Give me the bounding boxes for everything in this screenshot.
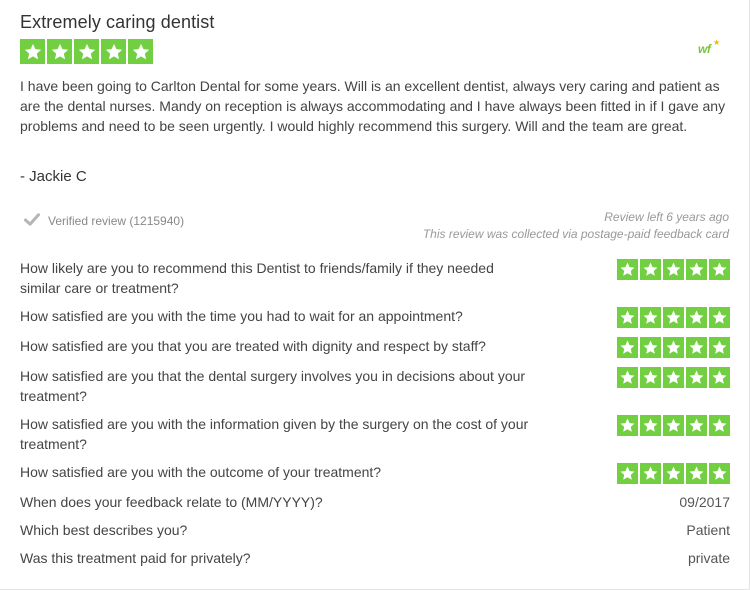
star-icon: [128, 39, 153, 64]
review-title: Extremely caring dentist: [20, 12, 215, 32]
question-text: How satisfied are you with the informati…: [20, 416, 529, 452]
question-answer: Patient: [686, 522, 730, 538]
review-author: - Jackie C: [20, 168, 87, 185]
star-icon: [617, 259, 638, 280]
review-card: Extremely caring dentist wf ★ I have bee…: [0, 0, 750, 590]
review-collected-via: This review was collected via postage-pa…: [422, 227, 729, 241]
star-icon: [640, 337, 661, 358]
star-icon: [617, 463, 638, 484]
star-icon: [709, 463, 730, 484]
question-text: How satisfied are you that you are treat…: [20, 338, 486, 354]
question-text: How satisfied are you that the dental su…: [20, 368, 526, 404]
question-text: Which best describes you?: [20, 522, 188, 538]
verified-review: Verified review (1215940): [24, 213, 184, 229]
question-answer: 09/2017: [679, 494, 730, 510]
wf-logo: wf ★: [698, 38, 720, 56]
review-left-ago: Review left 6 years ago: [604, 210, 729, 224]
star-icon: [663, 415, 684, 436]
star-icon: [663, 307, 684, 328]
star-icon: [617, 337, 638, 358]
question-row: How satisfied are you with the time you …: [20, 306, 730, 328]
star-icon: [617, 415, 638, 436]
star-icon: [47, 39, 72, 64]
question-rating: [617, 367, 730, 388]
question-row: How likely are you to recommend this Den…: [20, 258, 730, 298]
verified-label: Verified review (1215940): [48, 214, 185, 228]
star-icon: [663, 259, 684, 280]
star-icon: [686, 463, 707, 484]
logo-star-icon: ★: [713, 38, 720, 47]
question-row: How satisfied are you that the dental su…: [20, 366, 730, 406]
star-icon: [686, 307, 707, 328]
star-icon: [640, 415, 661, 436]
star-icon: [663, 367, 684, 388]
star-icon: [686, 259, 707, 280]
logo-text: wf: [698, 42, 711, 56]
star-icon: [640, 259, 661, 280]
star-icon: [686, 337, 707, 358]
star-icon: [617, 367, 638, 388]
question-rating: [617, 259, 730, 280]
star-icon: [663, 337, 684, 358]
question-text: When does your feedback relate to (MM/YY…: [20, 494, 323, 510]
question-row: How satisfied are you that you are treat…: [20, 336, 730, 358]
question-text: How satisfied are you with the outcome o…: [20, 464, 382, 480]
question-rating: [617, 337, 730, 358]
question-text: How satisfied are you with the time you …: [20, 308, 463, 324]
question-rating: [617, 415, 730, 436]
star-icon: [617, 307, 638, 328]
question-row: How satisfied are you with the informati…: [20, 414, 730, 454]
star-icon: [686, 367, 707, 388]
review-rating: [20, 39, 153, 64]
star-icon: [709, 259, 730, 280]
star-icon: [709, 415, 730, 436]
star-icon: [709, 337, 730, 358]
question-text: How likely are you to recommend this Den…: [20, 260, 494, 296]
question-rating: [617, 463, 730, 484]
question-row: Was this treatment paid for privately? pr…: [20, 548, 730, 568]
star-icon: [640, 307, 661, 328]
question-row: How satisfied are you with the outcome o…: [20, 462, 730, 484]
star-icon: [20, 39, 45, 64]
question-rating: [617, 307, 730, 328]
check-icon: [24, 213, 40, 229]
question-row: Which best describes you? Patient: [20, 520, 730, 540]
question-answer: private: [687, 550, 730, 566]
star-icon: [663, 463, 684, 484]
review-body: I have been going to Carlton Dental for …: [20, 78, 726, 134]
star-icon: [686, 415, 707, 436]
star-icon: [709, 367, 730, 388]
question-row: When does your feedback relate to (MM/YY…: [20, 492, 730, 512]
star-icon: [74, 39, 99, 64]
question-text: Was this treatment paid for privately?: [20, 550, 251, 566]
star-icon: [640, 367, 661, 388]
star-icon: [709, 307, 730, 328]
star-icon: [101, 39, 126, 64]
review-meta: Review left 6 years ago This review was …: [423, 209, 729, 243]
star-icon: [640, 463, 661, 484]
